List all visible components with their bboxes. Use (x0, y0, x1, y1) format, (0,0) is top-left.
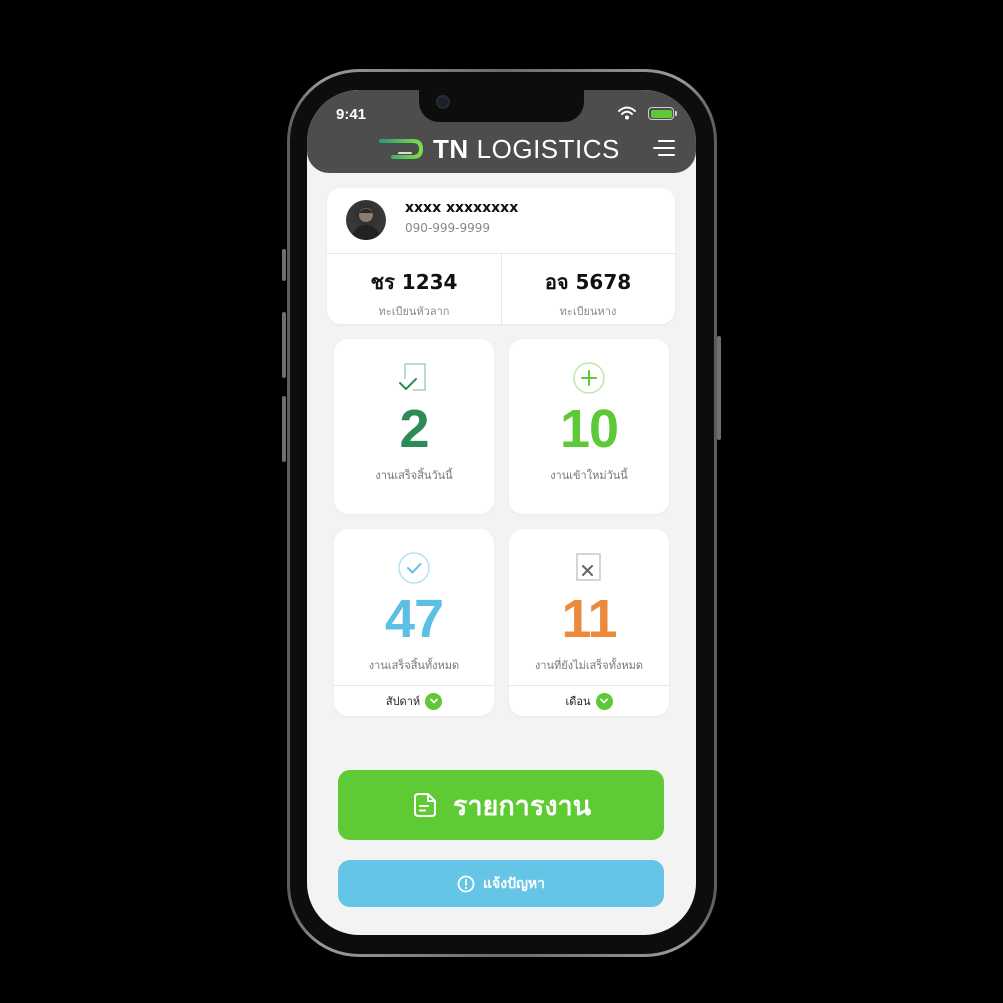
tractor-plate: ชร 1234 ทะเบียนหัวลาก (327, 254, 501, 324)
silent-switch (282, 249, 286, 281)
tn-speed-logo (379, 139, 424, 159)
volume-down-button (282, 396, 286, 462)
period-month-label: เดือน (565, 695, 591, 708)
front-camera (436, 95, 450, 109)
report-issue-label: แจ้งปัญหา (483, 875, 545, 892)
volume-up-button (282, 312, 286, 378)
completed-total-label: งานเสร็จสิ้นทั้งหมด (368, 659, 460, 672)
chevron-down-icon (595, 692, 613, 710)
app-screen: 9:41 TN LOGISTICS xxxx xxxxxxxx 090-999-… (307, 90, 696, 935)
new-today-value: 10 (559, 399, 619, 459)
completed-today-label: งานเสร็จสิ้นวันนี้ (375, 469, 453, 482)
stat-card-pending-total[interactable]: 11 งานที่ยังไม่เสร็จทั้งหมด เดือน (509, 529, 669, 716)
check-circle-icon (398, 552, 430, 584)
brand-logo: TN LOGISTICS (379, 134, 620, 164)
hamburger-menu-icon[interactable] (653, 139, 675, 157)
period-week-label: สัปดาห์ (385, 695, 421, 708)
task-x-icon (576, 553, 601, 581)
avatar-person-icon (351, 208, 381, 240)
plus-circle-icon (573, 362, 605, 394)
pending-total-label: งานที่ยังไม่เสร็จทั้งหมด (534, 659, 643, 672)
brand-name-tn: TN (433, 133, 469, 164)
wifi-icon (618, 106, 636, 120)
report-issue-button[interactable]: แจ้งปัญหา (338, 860, 664, 907)
trailer-plate-value: อจ 5678 (544, 270, 632, 294)
completed-total-value: 47 (384, 589, 444, 649)
pending-total-period-dropdown[interactable]: เดือน (509, 685, 669, 716)
tractor-plate-label: ทะเบียนหัวลาก (378, 305, 450, 318)
driver-name: xxxx xxxxxxxx (405, 200, 519, 216)
new-today-label: งานเข้าใหม่วันนี้ (550, 469, 628, 482)
stat-card-completed-total[interactable]: 47 งานเสร็จสิ้นทั้งหมด สัปดาห์ (334, 529, 494, 716)
app-header: 9:41 TN LOGISTICS (307, 90, 696, 173)
pending-total-value: 11 (561, 589, 617, 649)
completed-today-value: 2 (399, 399, 429, 459)
completed-total-period-dropdown[interactable]: สัปดาห์ (334, 685, 494, 716)
tractor-plate-value: ชร 1234 (370, 270, 458, 294)
avatar (346, 200, 386, 240)
job-list-button[interactable]: รายการงาน (338, 770, 664, 840)
driver-phone: 090-999-9999 (405, 221, 491, 235)
document-icon (413, 793, 436, 817)
alert-circle-icon (457, 875, 475, 892)
driver-profile-card: xxxx xxxxxxxx 090-999-9999 ชร 1234 ทะเบี… (327, 188, 675, 324)
stat-card-completed-today[interactable]: 2 งานเสร็จสิ้นวันนี้ (334, 339, 494, 514)
task-check-icon (399, 363, 426, 391)
power-button (717, 336, 721, 440)
stat-card-new-today[interactable]: 10 งานเข้าใหม่วันนี้ (509, 339, 669, 514)
trailer-plate-label: ทะเบียนหาง (559, 305, 617, 318)
trailer-plate: อจ 5678 ทะเบียนหาง (501, 254, 675, 324)
battery-level (650, 109, 672, 118)
battery-icon (648, 107, 677, 120)
status-time: 9:41 (336, 106, 367, 123)
job-list-label: รายการงาน (452, 790, 592, 822)
chevron-down-icon (425, 692, 443, 710)
brand-name-logistics: LOGISTICS (476, 133, 620, 164)
